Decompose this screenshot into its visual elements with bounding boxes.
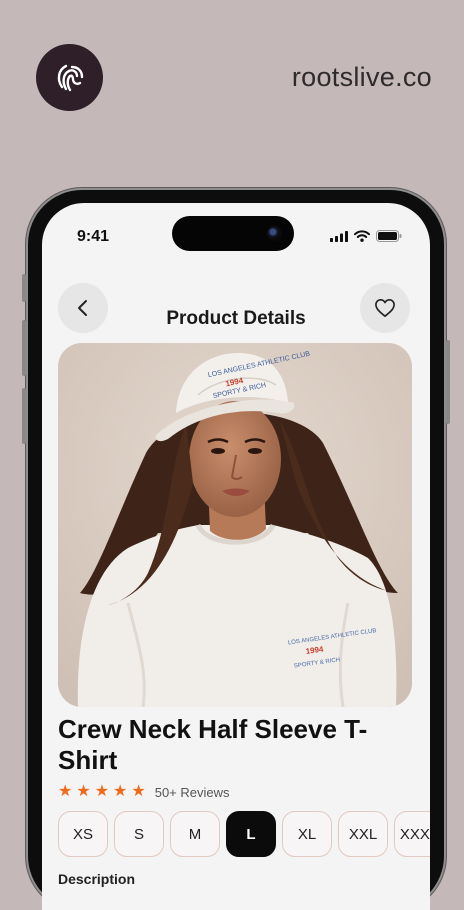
- status-time: 9:41: [77, 228, 110, 245]
- description-heading: Description: [58, 871, 136, 887]
- status-bar: 9:41: [42, 203, 430, 251]
- phone-volume-down: [22, 388, 26, 444]
- size-option-xxl[interactable]: XXL: [338, 811, 388, 857]
- battery-icon: [376, 230, 402, 242]
- star-icon: ★: [94, 783, 110, 800]
- size-option-s[interactable]: S: [114, 811, 164, 857]
- phone-screen: 9:41 Product Details LOS ANGELES ATHLETI…: [42, 203, 430, 910]
- status-icons: [330, 230, 402, 242]
- favorite-button[interactable]: [360, 283, 410, 333]
- rating-stars: ★ ★ ★ ★ ★: [58, 783, 146, 801]
- size-selector: XS S M L XL XXL XXXL: [58, 811, 430, 857]
- site-url[interactable]: rootslive.co: [292, 62, 432, 93]
- size-option-xxxl[interactable]: XXXL: [394, 811, 430, 857]
- product-rating: ★ ★ ★ ★ ★ 50+ Reviews: [58, 783, 230, 801]
- wifi-icon: [354, 230, 370, 242]
- star-icon: ★: [113, 783, 128, 800]
- phone-power-button: [446, 340, 450, 424]
- phone-frame: 9:41 Product Details LOS ANGELES ATHLETI…: [22, 190, 450, 910]
- star-icon: ★: [131, 783, 146, 800]
- heart-icon: [375, 299, 395, 317]
- phone-volume-up: [22, 320, 26, 376]
- camera-icon: [267, 226, 282, 241]
- size-option-xl[interactable]: XL: [282, 811, 332, 857]
- product-title: Crew Neck Half Sleeve T-Shirt: [58, 714, 368, 775]
- dynamic-island: [172, 216, 294, 251]
- reviews-count[interactable]: 50+ Reviews: [155, 785, 230, 800]
- product-image[interactable]: LOS ANGELES ATHLETIC CLUB 1994 SPORTY & …: [58, 343, 412, 707]
- star-icon: ★: [76, 783, 91, 800]
- signal-icon: [330, 230, 348, 242]
- size-option-l[interactable]: L: [226, 811, 276, 857]
- model-photo: LOS ANGELES ATHLETIC CLUB 1994 SPORTY & …: [58, 343, 412, 707]
- size-option-xs[interactable]: XS: [58, 811, 108, 857]
- size-option-m[interactable]: M: [170, 811, 220, 857]
- star-icon: ★: [58, 783, 73, 800]
- phone-action-button: [22, 274, 26, 302]
- brand-logo: [36, 44, 103, 111]
- fingerprint-icon: [57, 64, 83, 91]
